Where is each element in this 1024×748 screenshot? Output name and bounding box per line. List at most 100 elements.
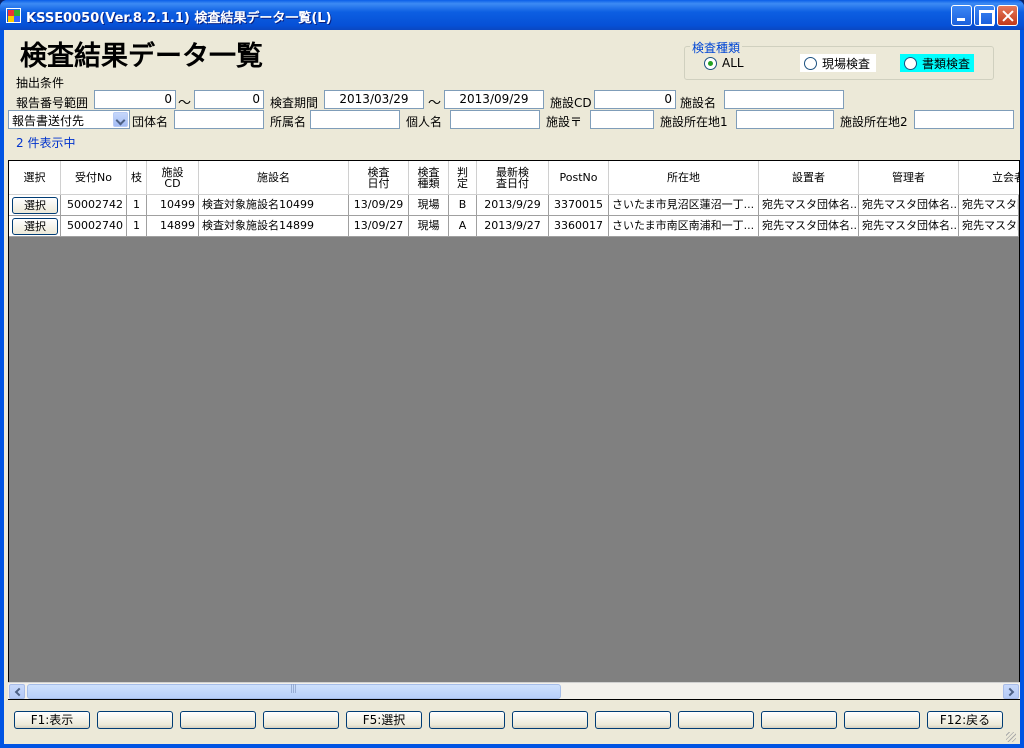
- person-label: 個人名: [406, 115, 443, 129]
- f10-button[interactable]: [761, 711, 837, 729]
- receipt-no-cell[interactable]: 50002742: [61, 195, 127, 216]
- filter-section-label: 抽出条件: [16, 76, 65, 90]
- header-manager[interactable]: 管理者: [859, 161, 959, 195]
- person-input[interactable]: [450, 110, 540, 129]
- destination-select[interactable]: 報告書送付先: [8, 110, 130, 129]
- header-result[interactable]: 判 定: [449, 161, 477, 195]
- f3-button[interactable]: [180, 711, 256, 729]
- inspection-date-cell[interactable]: 13/09/27: [349, 216, 409, 237]
- installer-cell[interactable]: 宛先マスタ団体名...: [759, 195, 859, 216]
- report-no-from-input[interactable]: 0: [94, 90, 176, 109]
- minimize-button[interactable]: [951, 5, 972, 26]
- radio-selected-icon: [704, 56, 717, 70]
- scroll-right-icon[interactable]: [1003, 684, 1019, 699]
- resize-grip-icon[interactable]: [1006, 732, 1016, 742]
- report-no-label: 報告番号範囲: [16, 96, 89, 110]
- header-receipt-no[interactable]: 受付No: [61, 161, 127, 195]
- latest-date-cell[interactable]: 2013/9/27: [477, 216, 549, 237]
- result-cell[interactable]: B: [449, 195, 477, 216]
- facility-cd-cell[interactable]: 10499: [147, 195, 199, 216]
- installer-cell[interactable]: 宛先マスタ団体名...: [759, 216, 859, 237]
- header-postno[interactable]: PostNo: [549, 161, 609, 195]
- witness-cell[interactable]: 宛先マスタ団: [959, 195, 1019, 216]
- manager-cell[interactable]: 宛先マスタ団体名...: [859, 216, 959, 237]
- f2-button[interactable]: [97, 711, 173, 729]
- f7-button[interactable]: [512, 711, 588, 729]
- period-from-input[interactable]: 2013/03/29: [324, 90, 424, 109]
- scroll-left-icon[interactable]: [9, 684, 25, 699]
- latest-date-cell[interactable]: 2013/9/29: [477, 195, 549, 216]
- function-key-bar: F1:表示 F5:選択 F12:戻る: [8, 706, 1020, 736]
- postno-cell[interactable]: 3370015: [549, 195, 609, 216]
- range-separator: ～: [428, 96, 442, 111]
- facility-cd-cell[interactable]: 14899: [147, 216, 199, 237]
- table-row[interactable]: 選択 50002742 1 10499 検査対象施設名10499 13/09/2…: [9, 195, 1019, 216]
- address1-input[interactable]: [736, 110, 834, 129]
- f8-button[interactable]: [595, 711, 671, 729]
- header-branch[interactable]: 枝: [127, 161, 147, 195]
- address2-label: 施設所在地2: [840, 115, 908, 129]
- report-no-to-input[interactable]: 0: [194, 90, 264, 109]
- affiliation-input[interactable]: [310, 110, 400, 129]
- inspection-type-cell[interactable]: 現場: [409, 195, 449, 216]
- maximize-button[interactable]: [974, 5, 995, 26]
- row-select-button[interactable]: 選択: [12, 197, 58, 214]
- inspection-type-cell[interactable]: 現場: [409, 216, 449, 237]
- header-witness[interactable]: 立会者: [959, 161, 1019, 195]
- f6-button[interactable]: [429, 711, 505, 729]
- f1-button[interactable]: F1:表示: [14, 711, 90, 729]
- facility-name-cell[interactable]: 検査対象施設名14899: [199, 216, 349, 237]
- header-inspection-date[interactable]: 検査 日付: [349, 161, 409, 195]
- address2-input[interactable]: [914, 110, 1014, 129]
- header-select[interactable]: 選択: [9, 161, 61, 195]
- close-button[interactable]: [997, 5, 1018, 26]
- witness-cell[interactable]: 宛先マスタ団: [959, 216, 1019, 237]
- postno-cell[interactable]: 3360017: [549, 216, 609, 237]
- facility-name-input[interactable]: [724, 90, 844, 109]
- destination-select-value: 報告書送付先: [12, 114, 85, 128]
- manager-cell[interactable]: 宛先マスタ団体名...: [859, 195, 959, 216]
- period-to-input[interactable]: 2013/09/29: [444, 90, 544, 109]
- header-address[interactable]: 所在地: [609, 161, 759, 195]
- receipt-no-cell[interactable]: 50002740: [61, 216, 127, 237]
- header-installer[interactable]: 設置者: [759, 161, 859, 195]
- group-name-input[interactable]: [174, 110, 264, 129]
- postal-input[interactable]: [590, 110, 654, 129]
- app-icon[interactable]: [6, 8, 21, 23]
- header-facility-cd[interactable]: 施設 CD: [147, 161, 199, 195]
- title-bar[interactable]: KSSE0050(Ver.8.2.1.1) 検査結果データ一覧(L): [0, 0, 1024, 30]
- table-row[interactable]: 選択 50002740 1 14899 検査対象施設名14899 13/09/2…: [9, 216, 1019, 237]
- f11-button[interactable]: [844, 711, 920, 729]
- f5-button[interactable]: F5:選択: [346, 711, 422, 729]
- row-select-button[interactable]: 選択: [12, 218, 58, 235]
- range-separator: ～: [178, 96, 192, 111]
- period-label: 検査期間: [270, 96, 319, 110]
- facility-name-cell[interactable]: 検査対象施設名10499: [199, 195, 349, 216]
- result-cell[interactable]: A: [449, 216, 477, 237]
- facility-cd-input[interactable]: 0: [594, 90, 676, 109]
- header-latest-date[interactable]: 最新検 査日付: [477, 161, 549, 195]
- address1-label: 施設所在地1: [660, 115, 728, 129]
- radio-all[interactable]: ALL: [700, 54, 748, 72]
- page-title: 検査結果データ一覧: [20, 41, 263, 72]
- scrollbar-thumb[interactable]: [27, 684, 561, 699]
- select-cell: 選択: [9, 195, 61, 216]
- radio-document-inspection[interactable]: 書類検査: [900, 54, 974, 72]
- branch-cell[interactable]: 1: [127, 195, 147, 216]
- radio-field-inspection[interactable]: 現場検査: [800, 54, 876, 72]
- horizontal-scrollbar[interactable]: [8, 682, 1020, 699]
- inspection-date-cell[interactable]: 13/09/29: [349, 195, 409, 216]
- results-grid[interactable]: 選択 受付No 枝 施設 CD 施設名 検査 日付 検査 種類 判 定 最新検 …: [8, 160, 1020, 700]
- radio-document-inspection-label: 書類検査: [922, 56, 971, 71]
- chevron-down-icon[interactable]: [113, 112, 128, 127]
- f12-button[interactable]: F12:戻る: [927, 711, 1003, 729]
- address-cell[interactable]: さいたま市見沼区蓮沼一丁...: [609, 195, 759, 216]
- app-window: KSSE0050(Ver.8.2.1.1) 検査結果データ一覧(L) 検査結果デ…: [0, 0, 1024, 748]
- header-inspection-type[interactable]: 検査 種類: [409, 161, 449, 195]
- address-cell[interactable]: さいたま市南区南浦和一丁...: [609, 216, 759, 237]
- branch-cell[interactable]: 1: [127, 216, 147, 237]
- group-name-label: 団体名: [132, 115, 169, 129]
- f9-button[interactable]: [678, 711, 754, 729]
- header-facility-name[interactable]: 施設名: [199, 161, 349, 195]
- f4-button[interactable]: [263, 711, 339, 729]
